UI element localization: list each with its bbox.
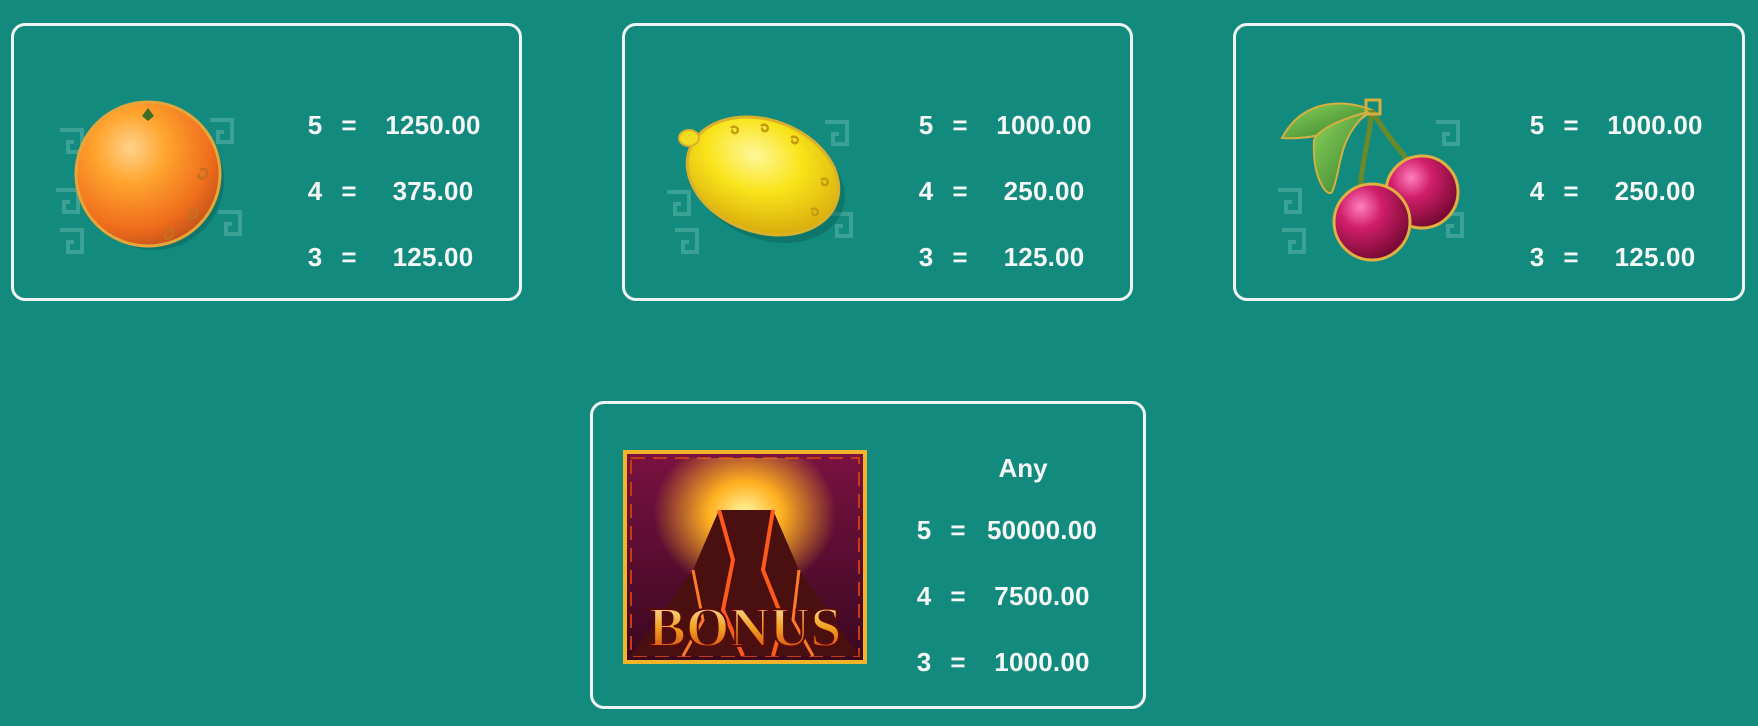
pay-count: 4 — [916, 580, 932, 611]
pay-value: 7500.00 — [994, 580, 1090, 611]
pay-list: 5 = 1000.00 4 = 250.00 3 = 125.00 — [915, 92, 1125, 290]
pay-row-3: 3 = 1000.00 — [913, 629, 1133, 695]
any-qualifier-label: Any — [998, 453, 1048, 483]
paytable-card-bonus: BONUS Any 5 = 50000.00 4 = 7500.00 3 = 1… — [590, 401, 1146, 709]
pay-count: 5 — [1529, 109, 1545, 140]
pay-value: 1000.00 — [1607, 109, 1703, 140]
bonus-volcano-icon: BONUS — [623, 450, 867, 664]
equals-sign: = — [341, 109, 357, 140]
bonus-symbol-text: BONUS — [649, 597, 842, 659]
pay-value: 125.00 — [1003, 241, 1085, 272]
pay-count: 5 — [918, 109, 934, 140]
pay-count: 3 — [307, 241, 323, 272]
pay-row-4: 4 = 250.00 — [1526, 158, 1736, 224]
pay-list: Any 5 = 50000.00 4 = 7500.00 3 = 1000.00 — [913, 439, 1133, 695]
pay-value: 125.00 — [392, 241, 474, 272]
pay-row-4: 4 = 7500.00 — [913, 563, 1133, 629]
pay-count: 3 — [918, 241, 934, 272]
pay-value: 125.00 — [1614, 241, 1696, 272]
pay-row-5: 5 = 1000.00 — [1526, 92, 1736, 158]
pay-value: 1000.00 — [996, 109, 1092, 140]
pay-count: 5 — [916, 514, 932, 545]
equals-sign: = — [1563, 175, 1579, 206]
equals-sign: = — [341, 175, 357, 206]
equals-sign: = — [950, 646, 966, 677]
pay-row-4: 4 = 375.00 — [304, 158, 514, 224]
orange-icon — [50, 80, 250, 270]
equals-sign: = — [341, 241, 357, 272]
pay-list: 5 = 1250.00 4 = 375.00 3 = 125.00 — [304, 92, 514, 290]
pay-count: 4 — [1529, 175, 1545, 206]
pay-row-5: 5 = 1000.00 — [915, 92, 1125, 158]
equals-sign: = — [950, 514, 966, 545]
pay-value: 250.00 — [1614, 175, 1696, 206]
equals-sign: = — [1563, 241, 1579, 272]
pay-count: 5 — [307, 109, 323, 140]
pay-row-5: 5 = 1250.00 — [304, 92, 514, 158]
paytable-card-lemon: 5 = 1000.00 4 = 250.00 3 = 125.00 — [622, 23, 1133, 301]
equals-sign: = — [1563, 109, 1579, 140]
pay-row-3: 3 = 125.00 — [1526, 224, 1736, 290]
pay-value: 1000.00 — [994, 646, 1090, 677]
pay-row-4: 4 = 250.00 — [915, 158, 1125, 224]
cherry-icon — [1272, 80, 1472, 270]
equals-sign: = — [952, 241, 968, 272]
pay-count: 3 — [1529, 241, 1545, 272]
pay-value: 375.00 — [392, 175, 474, 206]
paytable-page: 5 = 1250.00 4 = 375.00 3 = 125.00 5 = 10… — [0, 0, 1758, 726]
pay-row-3: 3 = 125.00 — [915, 224, 1125, 290]
pay-value: 50000.00 — [986, 514, 1098, 545]
pay-count: 3 — [916, 646, 932, 677]
equals-sign: = — [950, 580, 966, 611]
paytable-card-cherry: 5 = 1000.00 4 = 250.00 3 = 125.00 — [1233, 23, 1745, 301]
pay-value: 1250.00 — [385, 109, 481, 140]
pay-row-5: 5 = 50000.00 — [913, 497, 1133, 563]
pay-list: 5 = 1000.00 4 = 250.00 3 = 125.00 — [1526, 92, 1736, 290]
equals-sign: = — [952, 175, 968, 206]
pay-row-3: 3 = 125.00 — [304, 224, 514, 290]
pay-count: 4 — [307, 175, 323, 206]
equals-sign: = — [952, 109, 968, 140]
pay-value: 250.00 — [1003, 175, 1085, 206]
paytable-card-orange: 5 = 1250.00 4 = 375.00 3 = 125.00 — [11, 23, 522, 301]
pay-count: 4 — [918, 175, 934, 206]
lemon-icon — [661, 80, 861, 270]
